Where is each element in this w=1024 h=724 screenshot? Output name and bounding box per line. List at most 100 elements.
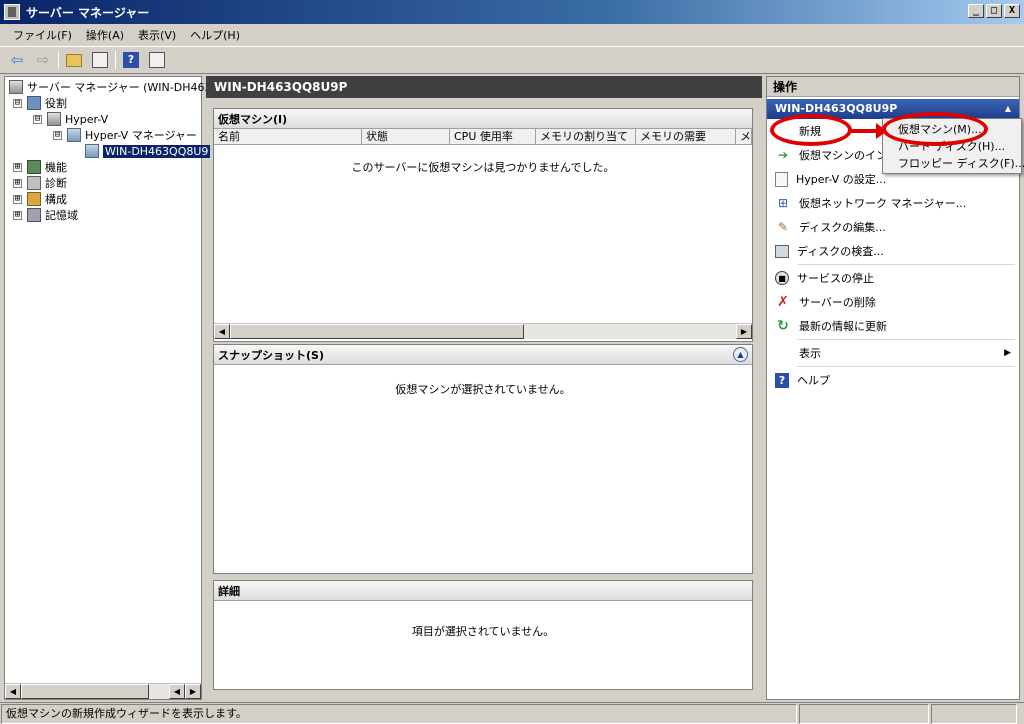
toolbar-separator <box>115 51 116 69</box>
scroll-thumb[interactable] <box>230 324 524 339</box>
diagnostics-icon <box>27 176 41 190</box>
status-panel-3 <box>931 704 1017 724</box>
collapse-toggle-icon[interactable]: ⊟ <box>33 114 42 124</box>
action-vnet-label: 仮想ネットワーク マネージャー... <box>799 197 967 210</box>
storage-icon <box>27 208 41 222</box>
hyperv-role-icon <box>47 112 61 126</box>
edit-disk-icon: ✎ <box>777 220 789 234</box>
tree-item-label: Hyper-V マネージャー <box>85 129 197 142</box>
tree-item-features[interactable]: ⊞ 機能 <box>13 159 67 175</box>
tree-item-label: 機能 <box>45 161 67 174</box>
column-state[interactable]: 状態 <box>362 129 450 144</box>
inspect-disk-icon <box>775 244 789 258</box>
actions-group-header[interactable]: WIN-DH463QQ8U9P ▲ <box>767 99 1019 119</box>
server-node-icon <box>85 144 99 158</box>
action-view-label: 表示 <box>799 347 821 360</box>
action-help[interactable]: ? ヘルプ <box>767 368 1019 392</box>
help-button[interactable]: ? <box>120 49 142 71</box>
expand-toggle-icon[interactable]: ⊞ <box>13 178 22 188</box>
window-title: サーバー マネージャー <box>26 5 150 20</box>
tree-item-label: 診断 <box>45 177 67 190</box>
action-hyperv-settings-label: Hyper-V の設定... <box>796 173 887 186</box>
vm-empty-message: このサーバーに仮想マシンは見つかりませんでした。 <box>351 161 615 174</box>
submenu-arrow-icon: ▶ <box>1004 348 1011 358</box>
stop-icon: ■ <box>775 271 789 285</box>
scroll-left-icon[interactable]: ◀ <box>214 324 230 339</box>
tree-item-server-node[interactable]: WIN-DH463QQ8U9 <box>85 143 211 159</box>
action-stop-service[interactable]: ■ サービスの停止 <box>767 266 1019 290</box>
tree-item-hyperv-manager[interactable]: ⊟ Hyper-V マネージャー <box>53 127 197 143</box>
annotation-arrow-head <box>876 123 887 139</box>
action-refresh-label: 最新の情報に更新 <box>799 320 887 333</box>
action-stop-service-label: サービスの停止 <box>797 272 874 285</box>
forward-button[interactable]: ⇨ <box>32 49 54 71</box>
action-remove-server-label: サーバーの削除 <box>799 296 876 309</box>
show-hide-action-pane-button[interactable] <box>146 49 168 71</box>
close-button[interactable]: X <box>1004 4 1020 18</box>
vm-panel: 仮想マシン(I) 名前 状態 CPU 使用率 メモリの割り当て メモリの需要 メ… <box>213 108 753 342</box>
column-memory-assigned[interactable]: メモリの割り当て <box>536 129 636 144</box>
tree-item-hyperv[interactable]: ⊟ Hyper-V <box>33 111 108 127</box>
scroll-left-icon[interactable]: ◀ <box>169 684 185 699</box>
tree-item-diagnostics[interactable]: ⊞ 診断 <box>13 175 67 191</box>
status-panel-2 <box>799 704 929 724</box>
settings-document-icon <box>775 171 788 187</box>
show-hide-tree-button[interactable] <box>89 49 111 71</box>
submenu-item-hard-disk[interactable]: ハード ディスク(H)... <box>883 138 1021 155</box>
expand-toggle-icon[interactable]: ⊞ <box>13 194 22 204</box>
tree-item-storage[interactable]: ⊞ 記憶域 <box>13 207 78 223</box>
action-virtual-network-manager[interactable]: ⊞ 仮想ネットワーク マネージャー... <box>767 191 1019 215</box>
menu-file[interactable]: ファイル(F) <box>6 25 79 45</box>
action-edit-disk[interactable]: ✎ ディスクの編集... <box>767 215 1019 239</box>
console-tree-icon <box>92 52 108 68</box>
column-cpu[interactable]: CPU 使用率 <box>450 129 536 144</box>
submenu-item-virtual-machine[interactable]: 仮想マシン(M)... <box>883 121 1021 138</box>
tree-item-label: 記憶域 <box>45 209 78 222</box>
roles-icon <box>27 96 41 110</box>
minimize-button[interactable]: _ <box>968 4 984 18</box>
expand-toggle-icon[interactable]: ⊞ <box>13 210 22 220</box>
submenu-item-floppy-disk[interactable]: フロッピー ディスク(F)... <box>883 155 1024 172</box>
tree-horizontal-scrollbar[interactable]: ◀ ◀ ▶ <box>5 683 201 699</box>
folder-up-icon <box>66 53 82 67</box>
snapshot-empty-message: 仮想マシンが選択されていません。 <box>395 383 571 396</box>
center-header: WIN-DH463QQ8U9P <box>206 76 762 98</box>
column-name[interactable]: 名前 <box>214 129 362 144</box>
vm-horizontal-scrollbar[interactable]: ◀ ▶ <box>214 323 752 339</box>
action-inspect-disk[interactable]: ディスクの検査... <box>767 239 1019 263</box>
tree-item-roles[interactable]: ⊟ 役割 <box>13 95 67 111</box>
action-refresh[interactable]: ↻ 最新の情報に更新 <box>767 314 1019 338</box>
action-view[interactable]: 表示 ▶ <box>767 341 1019 365</box>
title-bar: サーバー マネージャー _ □ X <box>0 0 1024 24</box>
scroll-right-icon[interactable]: ▶ <box>736 324 752 339</box>
action-inspect-disk-label: ディスクの検査... <box>797 245 884 258</box>
blank-icon <box>775 345 791 361</box>
import-icon: ➔ <box>777 148 789 162</box>
collapse-up-icon[interactable]: ▲ <box>733 347 748 362</box>
status-text: 仮想マシンの新規作成ウィザードを表示します。 <box>1 704 797 724</box>
menu-bar: ファイル(F) 操作(A) 表示(V) ヘルプ(H) <box>0 24 1024 46</box>
expand-toggle-icon[interactable]: ⊞ <box>13 162 22 172</box>
actions-group-label: WIN-DH463QQ8U9P <box>775 102 898 115</box>
actions-separator <box>797 264 1015 265</box>
console-tree: サーバー マネージャー (WIN-DH463 ⊟ 役割 ⊟ Hyper-V ⊟ … <box>4 76 211 700</box>
help-icon: ? <box>775 372 789 388</box>
column-memory-demand[interactable]: メモリの需要 <box>636 129 736 144</box>
menu-view[interactable]: 表示(V) <box>131 25 183 45</box>
collapse-toggle-icon[interactable]: ⊟ <box>13 98 22 108</box>
tree-item-label: Hyper-V <box>65 112 109 126</box>
tree-item-configuration[interactable]: ⊞ 構成 <box>13 191 67 207</box>
menu-help[interactable]: ヘルプ(H) <box>183 25 247 45</box>
scroll-left-icon[interactable]: ◀ <box>5 684 21 699</box>
tree-item-server-manager[interactable]: サーバー マネージャー (WIN-DH463 <box>9 79 211 95</box>
scroll-right-icon[interactable]: ▶ <box>185 684 201 699</box>
action-remove-server[interactable]: ✗ サーバーの削除 <box>767 290 1019 314</box>
scroll-thumb[interactable] <box>21 684 149 699</box>
column-truncated[interactable]: メ <box>736 129 752 144</box>
up-folder-button[interactable] <box>63 49 85 71</box>
collapse-toggle-icon[interactable]: ⊟ <box>53 130 62 140</box>
back-button[interactable]: ⇦ <box>6 49 28 71</box>
menu-action[interactable]: 操作(A) <box>79 25 131 45</box>
collapse-up-icon[interactable]: ▲ <box>1005 99 1011 119</box>
maximize-button[interactable]: □ <box>986 4 1002 18</box>
